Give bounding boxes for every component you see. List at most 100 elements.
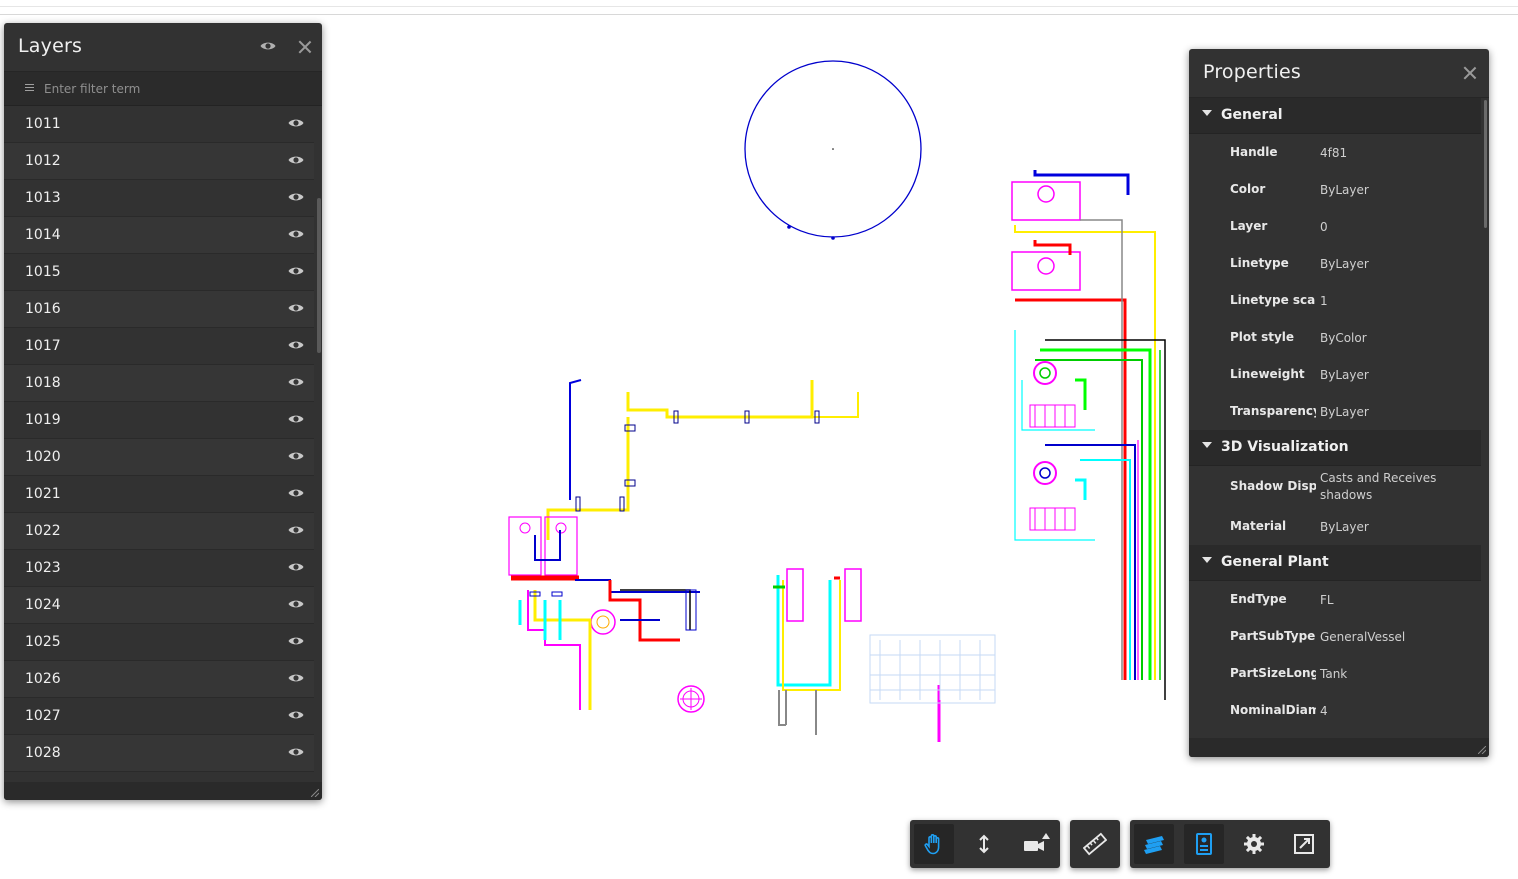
property-value: ByLayer — [1320, 520, 1369, 534]
layer-row[interactable]: 1027 — [4, 698, 314, 735]
layer-row[interactable]: 1020 — [4, 439, 314, 476]
property-key: Material — [1230, 519, 1287, 533]
layer-row[interactable]: 1016 — [4, 291, 314, 328]
layer-row[interactable]: 1018 — [4, 365, 314, 402]
property-category[interactable]: General Plant — [1189, 545, 1481, 581]
property-row: Shadow Disp... Casts and Receives shadows — [1189, 466, 1481, 508]
visibility-eye-icon[interactable] — [288, 377, 304, 387]
property-category[interactable]: 3D Visualization — [1189, 430, 1481, 466]
property-key: Color — [1230, 182, 1266, 196]
properties-panel-footer — [1189, 738, 1489, 757]
layer-row[interactable]: 1025 — [4, 624, 314, 661]
property-value: ByLayer — [1320, 368, 1369, 382]
layer-name: 1024 — [25, 597, 61, 613]
collapse-triangle-icon[interactable] — [1202, 110, 1212, 116]
visibility-eye-icon[interactable] — [288, 340, 304, 350]
layer-row[interactable]: 1012 — [4, 143, 314, 180]
property-key: PartSizeLong... — [1230, 666, 1316, 680]
property-value: ByColor — [1320, 331, 1367, 345]
property-row: Layer 0 — [1189, 208, 1481, 245]
layer-list-scrollbar[interactable] — [317, 198, 321, 353]
layer-row[interactable]: 1021 — [4, 476, 314, 513]
collapse-triangle-icon[interactable] — [1202, 557, 1212, 563]
collapse-triangle-icon[interactable] — [1202, 442, 1212, 448]
pan-button[interactable] — [914, 824, 954, 864]
camera-button[interactable] — [1014, 824, 1054, 864]
measure-ruler-icon — [1083, 832, 1107, 856]
layer-name: 1022 — [25, 523, 61, 539]
properties-button[interactable] — [1184, 824, 1224, 864]
measure-button[interactable] — [1075, 824, 1115, 864]
zoom-button[interactable] — [964, 824, 1004, 864]
toolbar-panels-group — [1130, 820, 1330, 868]
layers-panel-footer — [4, 782, 322, 800]
layer-row[interactable]: 1024 — [4, 587, 314, 624]
property-value: Casts and Receives shadows — [1320, 471, 1437, 502]
layer-name: 1012 — [25, 153, 61, 169]
visibility-eye-icon[interactable] — [288, 673, 304, 683]
visibility-eye-icon[interactable] — [288, 266, 304, 276]
visibility-eye-icon[interactable] — [288, 118, 304, 128]
layers-panel: Layers 1011 1012 1013 1014 101510161017 1018 1… — [4, 23, 322, 800]
property-key: EndType — [1230, 592, 1287, 606]
visibility-eye-icon[interactable] — [288, 562, 304, 572]
layer-name: 1014 — [25, 227, 61, 243]
layer-row[interactable]: 1011 — [4, 106, 314, 143]
property-value: FL — [1320, 593, 1334, 607]
layer-row[interactable]: 1019 — [4, 402, 314, 439]
layer-row[interactable]: 1028 — [4, 735, 314, 772]
visibility-eye-icon[interactable] — [288, 303, 304, 313]
visibility-eye-icon[interactable] — [288, 710, 304, 720]
visibility-eye-icon[interactable] — [288, 636, 304, 646]
zoom-updown-icon — [979, 834, 989, 854]
filter-icon — [25, 84, 34, 91]
property-row: Material ByLayer — [1189, 508, 1481, 545]
property-category[interactable]: General — [1189, 98, 1481, 134]
category-title: 3D Visualization — [1221, 439, 1349, 455]
close-icon[interactable] — [1463, 66, 1477, 80]
layer-row[interactable]: 1013 — [4, 180, 314, 217]
property-row: EndType FL — [1189, 581, 1481, 618]
layer-name: 1026 — [25, 671, 61, 687]
visibility-eye-icon[interactable] — [288, 525, 304, 535]
visibility-eye-icon[interactable] — [288, 414, 304, 424]
piping-cluster-left — [508, 379, 859, 713]
visibility-eye-icon[interactable] — [288, 488, 304, 498]
layers-panel-title: Layers — [18, 35, 83, 57]
visibility-eye-icon[interactable] — [288, 599, 304, 609]
layer-name: 1011 — [25, 116, 61, 132]
layer-name: 1020 — [25, 449, 61, 465]
eye-icon[interactable] — [260, 41, 276, 51]
visibility-eye-icon[interactable] — [288, 155, 304, 165]
layers-icon — [1144, 836, 1164, 854]
close-icon[interactable] — [298, 40, 312, 54]
settings-button[interactable] — [1234, 824, 1274, 864]
property-key: Linetype scale — [1230, 293, 1316, 307]
properties-icon — [1196, 833, 1212, 855]
layer-name: 1025 — [25, 634, 61, 650]
layers-button[interactable] — [1134, 824, 1174, 864]
property-row: NominalDiam... 4 — [1189, 692, 1481, 729]
resize-handle-icon[interactable] — [311, 789, 319, 797]
vessel-group-middle — [773, 568, 996, 742]
property-row: Linetype ByLayer — [1189, 245, 1481, 282]
layer-row[interactable]: 1014 — [4, 217, 314, 254]
layer-row[interactable]: 1022 — [4, 513, 314, 550]
layer-row[interactable]: 1015 — [4, 254, 314, 291]
property-row: PartSizeLong... Tank — [1189, 655, 1481, 692]
layer-row[interactable]: 1029 — [4, 772, 314, 782]
visibility-eye-icon[interactable] — [288, 451, 304, 461]
fullscreen-button[interactable] — [1284, 824, 1324, 864]
layer-filter-input[interactable] — [42, 78, 306, 100]
layer-name: 1018 — [25, 375, 61, 391]
layer-name: 1019 — [25, 412, 61, 428]
resize-handle-icon[interactable] — [1478, 746, 1486, 754]
layer-row[interactable]: 1026 — [4, 661, 314, 698]
visibility-eye-icon[interactable] — [288, 747, 304, 757]
visibility-eye-icon[interactable] — [288, 229, 304, 239]
visibility-eye-icon[interactable] — [288, 192, 304, 202]
layer-row[interactable]: 1023 — [4, 550, 314, 587]
property-key: Linetype — [1230, 256, 1289, 270]
properties-scrollbar[interactable] — [1484, 100, 1487, 228]
layer-row[interactable]: 1017 — [4, 328, 314, 365]
